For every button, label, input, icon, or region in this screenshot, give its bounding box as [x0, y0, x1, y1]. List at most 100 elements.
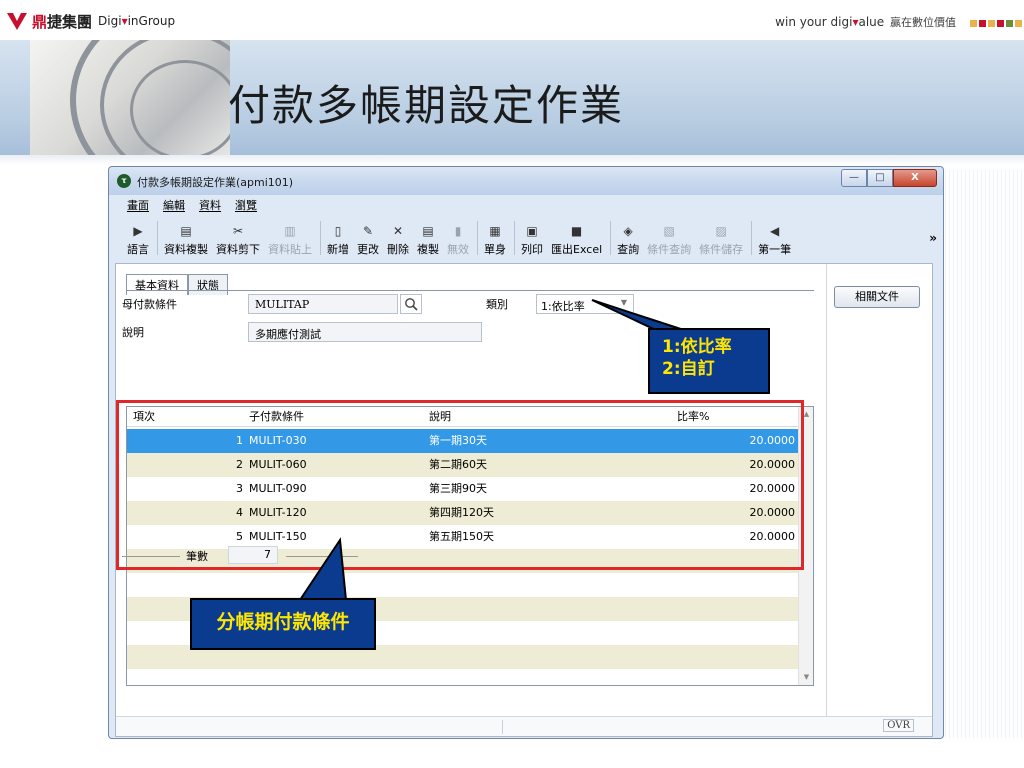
- minimize-button[interactable]: —: [841, 169, 867, 187]
- brand-squares: [970, 20, 1022, 27]
- desc-input[interactable]: 多期應付測試: [248, 322, 482, 342]
- menu-browse[interactable]: 瀏覽: [235, 197, 257, 215]
- toolbar-button-label: 刪除: [387, 243, 409, 256]
- toolbar-button-13[interactable]: ▧ 條件查詢: [647, 215, 691, 257]
- toolbar-icon: ▤: [180, 224, 192, 238]
- close-button[interactable]: X: [893, 169, 937, 187]
- table-row[interactable]: [127, 573, 799, 597]
- toolbar-button-label: 列印: [521, 243, 543, 256]
- toolbar-button-label: 單身: [484, 243, 506, 256]
- toolbar-separator: [751, 221, 753, 255]
- toolbar-icon: ▯: [334, 224, 342, 238]
- toolbar-button-7[interactable]: ▤ 複製: [417, 215, 439, 257]
- grid-callout: 分帳期付款條件: [190, 598, 376, 650]
- toolbar-icon: ▧: [663, 224, 675, 238]
- tab-basic-info[interactable]: 基本資料: [126, 274, 188, 295]
- parent-terms-label: 母付款條件: [122, 298, 177, 311]
- window-titlebar[interactable]: τ 付款多帳期設定作業(apmi101) — □ X: [109, 167, 943, 195]
- toolbar-button-0[interactable]: ▶ 語言: [127, 215, 149, 257]
- window-title: 付款多帳期設定作業(apmi101): [137, 176, 294, 189]
- maximize-button[interactable]: □: [867, 169, 893, 187]
- category-callout: 1:依比率 2:自訂: [648, 328, 770, 394]
- toolbar-button-15[interactable]: ◀ 第一筆: [758, 215, 791, 257]
- toolbar-button-8[interactable]: ▮ 無效: [447, 215, 469, 257]
- toolbar-button-label: 新增: [327, 243, 349, 256]
- menu-bar: 畫面 編輯 資料 瀏覽: [113, 197, 257, 215]
- chevron-down-icon: ▼: [620, 298, 627, 307]
- category-select[interactable]: 1:依比率 ▼: [536, 294, 634, 314]
- parent-terms-input[interactable]: MULITAP: [248, 294, 398, 314]
- toolbar-icon: ▤: [422, 224, 434, 238]
- category-select-value: 1:依比率: [541, 300, 585, 313]
- toolbar-button-12[interactable]: ◈ 查詢: [617, 215, 639, 257]
- slide-header: 鼎捷集團 Digi▾inGroup win your digi▾alue 贏在數…: [0, 0, 1024, 40]
- band-divider: [0, 155, 1024, 165]
- toolbar-icon: ▨: [715, 224, 727, 238]
- staircase-photo: [30, 40, 230, 158]
- toolbar-separator: [157, 221, 158, 255]
- toolbar-separator: [514, 221, 515, 255]
- status-bar: OVR: [116, 716, 932, 736]
- toolbar-icon: ✂: [232, 224, 244, 238]
- toolbar-icon: ▮: [454, 224, 462, 238]
- toolbar-icon: ✎: [362, 224, 374, 238]
- callout-line-1: 1:依比率: [662, 337, 732, 357]
- toolbar-button-9[interactable]: ▦ 單身: [484, 215, 506, 257]
- toolbar-button-4[interactable]: ▯ 新增: [327, 215, 349, 257]
- brand-square: [997, 20, 1004, 27]
- window-controls: — □ X: [841, 169, 937, 187]
- toolbar-overflow-button[interactable]: »: [929, 231, 937, 245]
- tab-status[interactable]: 狀態: [188, 274, 228, 295]
- toolbar-button-label: 匯出Excel: [551, 243, 603, 256]
- toolbar-button-label: 第一筆: [758, 243, 792, 256]
- grid-highlight-box: [116, 400, 804, 570]
- company-logo: 鼎捷集團 Digi▾inGroup: [6, 8, 175, 34]
- toolbar-button-label: 語言: [127, 243, 149, 256]
- toolbar-button-label: 更改: [357, 243, 379, 256]
- decorative-strip: [945, 170, 1024, 738]
- toolbar-icon: ◀: [770, 224, 780, 238]
- slide-title: 付款多帳期設定作業: [228, 81, 625, 130]
- status-separator: [502, 720, 503, 734]
- toolbar-button-label: 條件儲存: [699, 243, 744, 256]
- toolbar-icon: ▦: [489, 224, 501, 238]
- menu-edit[interactable]: 編輯: [163, 197, 185, 215]
- toolbar-button-14[interactable]: ▨ 條件儲存: [699, 215, 743, 257]
- toolbar-button-label: 查詢: [617, 243, 640, 256]
- toolbar-button-label: 複製: [417, 243, 439, 256]
- menu-screen[interactable]: 畫面: [127, 197, 149, 215]
- desc-label: 說明: [122, 326, 144, 339]
- toolbar-button-6[interactable]: ✕ 刪除: [387, 215, 409, 257]
- toolbar-button-10[interactable]: ▣ 列印: [521, 215, 543, 257]
- toolbar-separator: [320, 221, 321, 255]
- toolbar-button-5[interactable]: ✎ 更改: [357, 215, 379, 257]
- logo-cn: 鼎捷集團: [32, 12, 93, 31]
- brand-square: [970, 20, 977, 27]
- menu-data[interactable]: 資料: [199, 197, 221, 215]
- brand-square: [1006, 20, 1013, 27]
- toolbar-button-1[interactable]: ▤ 資料複製: [164, 215, 208, 257]
- toolbar-button-label: 條件查詢: [647, 243, 692, 256]
- toolbar-icon: ▶: [133, 224, 143, 238]
- toolbar-button-11[interactable]: ■ 匯出Excel: [551, 215, 602, 257]
- toolbar: ▶ 語言 ▤ 資料複製 ✂ 資料剪下 ▥ 資料貼上 ▯ 新增 ✎ 更改 ✕ 刪除 ▤ 複製 ▮ 無效 ▦ 單身 ▣ 列印 ■…: [113, 215, 939, 261]
- app-icon: τ: [117, 174, 131, 188]
- toolbar-button-label: 資料貼上: [268, 243, 312, 256]
- toolbar-button-2[interactable]: ✂ 資料剪下: [216, 215, 260, 257]
- scroll-down-icon[interactable]: ▼: [799, 670, 813, 685]
- callout-line-2: 2:自訂: [662, 359, 715, 379]
- lookup-search-icon[interactable]: [400, 294, 422, 314]
- brand-square: [1015, 20, 1022, 27]
- toolbar-separator: [610, 221, 612, 255]
- toolbar-icon: ◈: [623, 224, 633, 238]
- toolbar-icon: ▥: [284, 224, 296, 238]
- side-panel: [826, 264, 932, 736]
- toolbar-icon: ■: [570, 224, 583, 238]
- category-label: 類別: [486, 298, 508, 311]
- toolbar-button-label: 無效: [447, 243, 469, 256]
- related-docs-button[interactable]: 相關文件: [834, 286, 920, 308]
- toolbar-separator: [477, 221, 478, 255]
- toolbar-icon: ▣: [526, 224, 538, 238]
- toolbar-button-3[interactable]: ▥ 資料貼上: [268, 215, 312, 257]
- logo-en: Digi▾inGroup: [98, 14, 176, 28]
